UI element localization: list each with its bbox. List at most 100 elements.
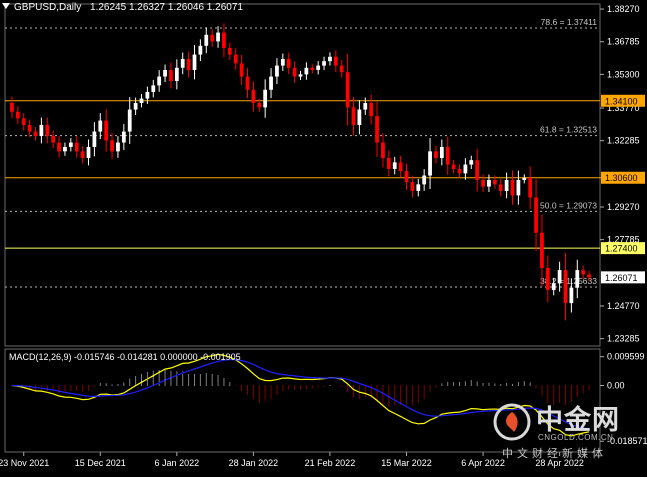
cngold-logo-icon [493,403,531,441]
candle-body [322,61,326,66]
ohlc-values: 1.26245 1.26327 1.26046 1.26071 [90,2,243,13]
macd-tick-label: 0.00 [607,381,625,391]
candle-body [481,179,485,187]
candle-body [487,179,491,187]
candle-body [210,34,215,42]
price-tick-label: 1.29270 [607,202,640,212]
candle-body [434,151,438,158]
candle-body [310,67,315,70]
candle-body [216,32,220,42]
candle-body [233,54,238,64]
watermark-tagline: 中文财经新媒体 [502,447,607,460]
candle-body [121,131,126,143]
candle-body [133,102,138,110]
candle-body [516,179,521,196]
candle-body [551,283,556,290]
candle-body [86,146,91,158]
candle-body [74,142,79,152]
candle-body [80,151,85,158]
candle-body [269,76,273,90]
candle-body [439,146,444,158]
candle-body [186,58,191,70]
candle-body [280,58,285,66]
candle-body [510,179,515,196]
time-axis-label: 6 Jan 2022 [155,458,200,468]
candle-body [51,135,56,143]
main-pane-frame [4,3,601,347]
candle-body [445,146,450,165]
candle-body [581,270,586,275]
candle-body [475,160,480,180]
candle-body [422,175,427,185]
candle-body [174,67,179,81]
chart-header: GBPUSD,Daily 1.26245 1.26327 1.26046 1.2… [2,2,243,13]
candle-body [227,47,232,55]
candle-body [534,197,538,233]
candle-body [416,184,421,191]
candle-body [498,184,503,191]
candle-body [404,171,409,183]
candle-body [275,65,279,77]
watermark: 中金网 CNGOLD.COM.CN 中文财经新媒体 [492,398,642,460]
candle-body [357,109,362,125]
candle-body [575,270,580,288]
candle-body [316,65,321,70]
candle-body [304,67,309,75]
candle-body [204,34,209,46]
candle-body [392,162,397,169]
candle-body [428,151,432,176]
candle-body [198,45,203,55]
price-tick-label: 1.32285 [607,136,640,146]
candle-body [239,63,244,77]
candle-body [345,72,350,108]
candle-body [157,76,162,86]
candle-body [469,160,474,165]
candle-body [63,146,67,152]
candle-body [163,69,167,77]
trading-chart[interactable]: 1.382701.367851.353001.337701.322851.306… [0,0,647,472]
candle-body [451,164,456,169]
candle-body [98,120,103,132]
candle-body [398,162,403,172]
price-tick-label: 1.24770 [607,301,640,311]
candle-body [222,32,226,48]
macd-header: MACD(12,26,9) -0.015746 -0.014281 0.0000… [9,352,241,362]
time-axis-label: 28 Jan 2022 [229,458,279,468]
candle-body [27,124,32,132]
candle-body [104,120,109,141]
candle-body [57,142,61,152]
candle-body [363,102,368,110]
candle-body [263,89,268,108]
macd-tick-label: 0.009599 [607,352,645,362]
fib-level-label: 61.8 = 1.32513 [540,125,597,135]
candle-body [292,67,297,77]
fib-level-label: 50.0 = 1.29073 [540,200,597,210]
candle-body [33,131,38,136]
candle-body [540,232,544,268]
candle-body [110,140,114,152]
candle-body [45,124,50,136]
candle-body [381,142,385,158]
current-price-label: 1.26071 [605,273,638,283]
candle-body [169,69,173,81]
time-axis-label: 21 Feb 2022 [305,458,356,468]
candle-body [151,85,156,92]
candle-body [21,118,26,125]
candle-body [351,107,356,125]
dropdown-arrow-icon[interactable] [2,3,10,9]
watermark-brand: 中金网 [536,405,620,436]
time-axis-label: 23 Nov 2021 [0,458,49,468]
candle-body [328,56,332,62]
candle-body [528,177,533,198]
candle-body [127,109,132,132]
candle-body [545,267,550,290]
candle-body [92,131,97,147]
candle-body [339,65,344,73]
level-price-label: 1.34100 [605,96,638,106]
candle-body [563,270,568,304]
watermark-url: CNGOLD.COM.CN [538,433,614,442]
candle-body [492,179,497,185]
candle-body [257,102,262,108]
candle-body [569,287,574,304]
level-price-label: 1.27400 [605,244,638,254]
